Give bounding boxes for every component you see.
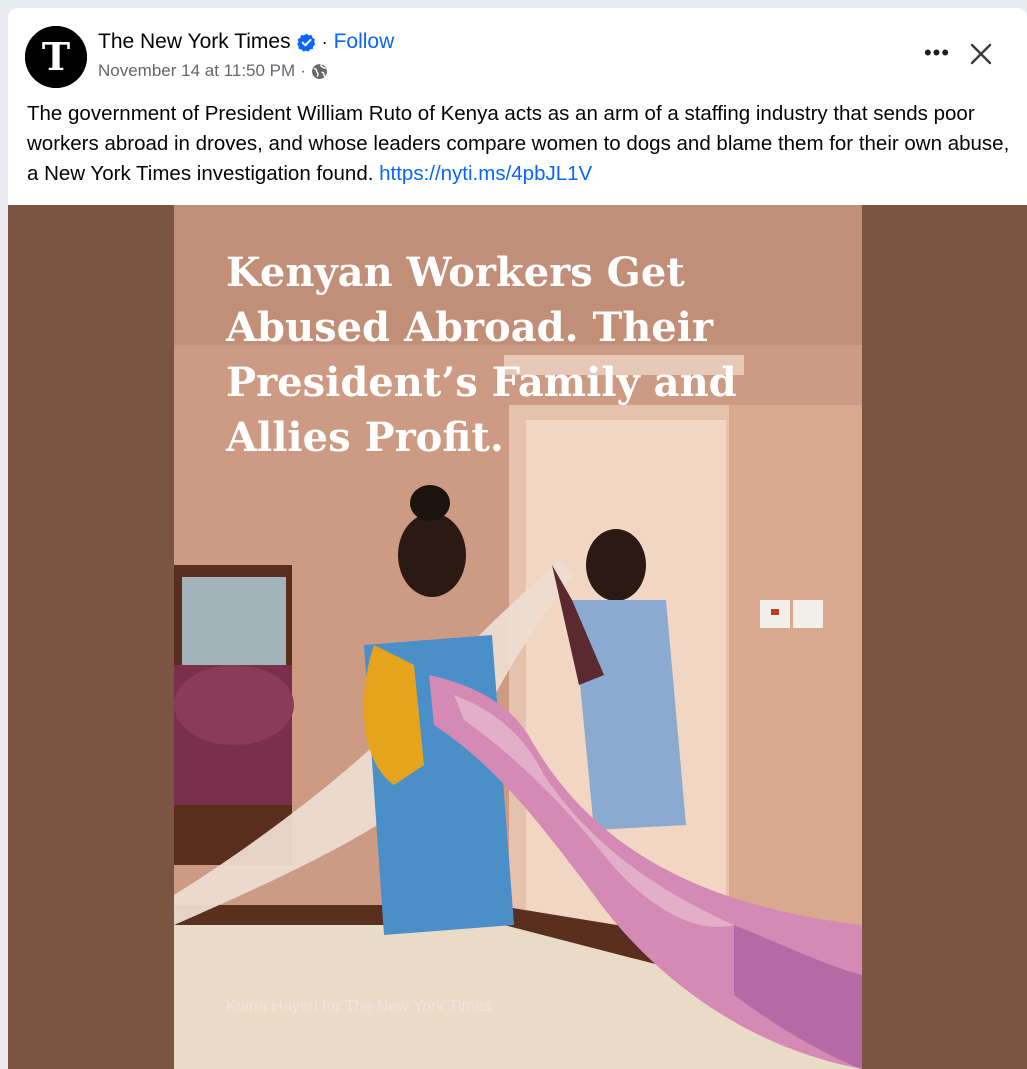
more-options-icon: ••• [923, 40, 951, 65]
post-text: The government of President William Ruto… [27, 99, 1015, 189]
post-media[interactable]: Kenyan Workers Get Abused Abroad. Their … [8, 205, 1027, 1069]
follow-button[interactable]: Follow [334, 30, 395, 54]
avatar-glyph: T [42, 34, 70, 79]
post-meta: November 14 at 11:50 PM · [98, 60, 328, 82]
more-options-button[interactable]: ••• [919, 38, 955, 68]
name-row: The New York Times · Follow [98, 28, 394, 56]
page-name[interactable]: The New York Times [98, 30, 291, 54]
post-link[interactable]: https://nyti.ms/4pbJL1V [379, 162, 592, 185]
verified-badge-icon [296, 33, 315, 52]
article-headline: Kenyan Workers Get Abused Abroad. Their … [226, 249, 737, 461]
post-card: T The New York Times · Follow November 1… [8, 8, 1027, 1069]
name-separator: · [321, 31, 328, 52]
close-icon [970, 43, 992, 65]
photo-credit: Kiana Hayeri for The New York Times [226, 998, 492, 1015]
nyt-logo-icon: T [25, 26, 87, 88]
close-button[interactable] [961, 36, 1001, 72]
page-avatar[interactable]: T [25, 26, 87, 88]
globe-icon[interactable] [311, 63, 328, 80]
meta-separator: · [300, 61, 306, 80]
post-timestamp[interactable]: November 14 at 11:50 PM [98, 61, 295, 81]
post-header: T The New York Times · Follow November 1… [8, 8, 1027, 100]
article-photo[interactable]: Kenyan Workers Get Abused Abroad. Their … [174, 205, 862, 1069]
